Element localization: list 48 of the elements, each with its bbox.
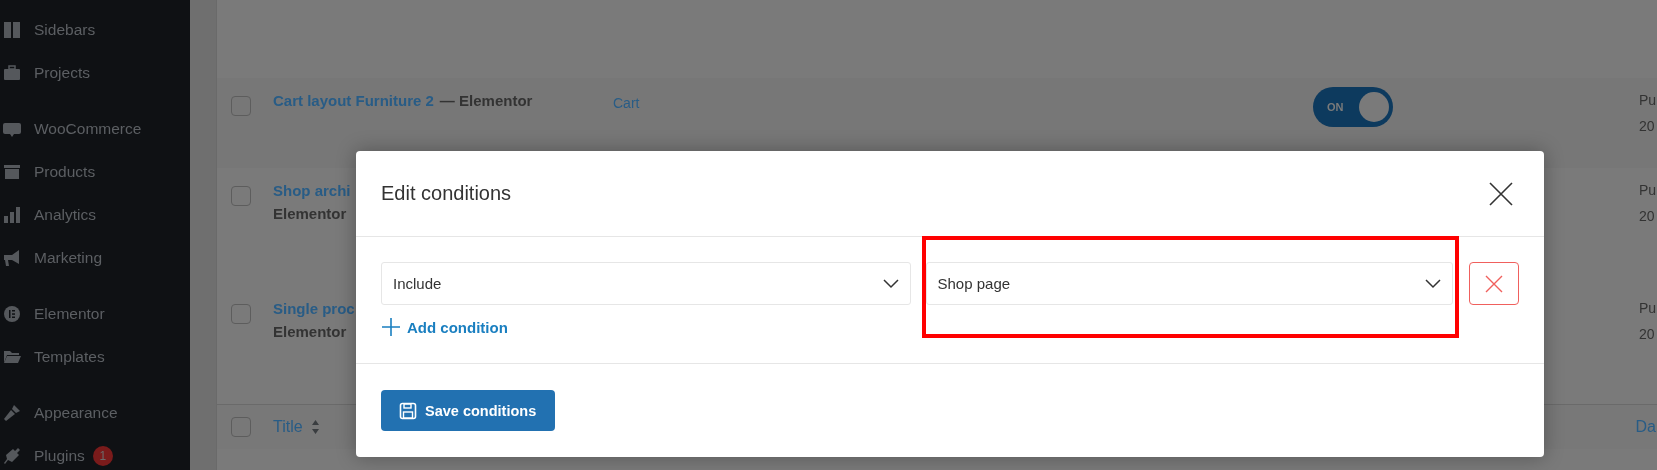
template-type-text: — Elementor [439,92,533,109]
plug-icon [2,445,22,466]
bar-chart-icon [2,204,22,225]
date-text: 20 [1638,118,1655,134]
brush-icon [2,402,22,423]
columns-icon [2,19,22,40]
row-checkbox[interactable] [231,304,251,324]
briefcase-icon [2,62,22,83]
row-checkbox[interactable] [231,96,251,116]
date-text: Pu [1638,92,1656,108]
sidebar-item[interactable]: Marketing [34,248,103,267]
date-text: Pu [1638,182,1656,198]
sidebar-item[interactable]: Products [34,162,96,181]
chevron-down-icon [882,278,899,289]
template-type-text: Elementor [273,205,347,222]
date-column-header[interactable]: Da [1635,418,1656,436]
sidebar-item[interactable]: Templates [34,347,105,366]
type-link[interactable]: Cart [613,95,640,111]
add-condition-button[interactable]: Add condition [381,317,508,337]
megaphone-icon [2,247,22,268]
sidebar-item[interactable]: Sidebars [34,20,96,39]
title-column-header[interactable]: Title [273,418,303,436]
template-title-link[interactable]: Shop archi [273,182,351,199]
delete-condition-button[interactable] [1469,262,1519,305]
date-text: 20 [1638,326,1655,342]
sidebar-item[interactable]: Projects [34,63,90,82]
sidebar-item[interactable]: Appearance [34,403,118,422]
sidebar-item[interactable]: Analytics [34,205,97,224]
sidebar-item[interactable]: WooCommerce [34,119,142,138]
row-checkbox[interactable] [231,186,251,206]
template-title-link[interactable]: Single proc [273,300,355,317]
close-icon[interactable] [1489,181,1513,206]
template-title-link[interactable]: Cart layout Furniture 2 [273,92,434,109]
plus-icon [381,317,401,337]
update-count: 1 [92,445,113,466]
save-conditions-button[interactable]: Save conditions [381,390,556,431]
chevron-down-icon [1425,278,1442,289]
date-text: Pu [1638,300,1656,316]
condition-select[interactable]: Include [381,262,911,305]
dialog-title: Edit conditions [381,182,512,205]
template-type-text: Elementor [273,323,347,340]
select-all-checkbox[interactable] [231,417,251,437]
x-icon [1485,274,1503,293]
date-text: 20 [1638,208,1655,224]
sidebar-item[interactable]: Plugins [34,446,85,465]
toggle-switch[interactable]: ON [1313,87,1393,127]
sidebar-item[interactable]: Elementor [34,304,105,323]
sort-icon [310,419,320,435]
